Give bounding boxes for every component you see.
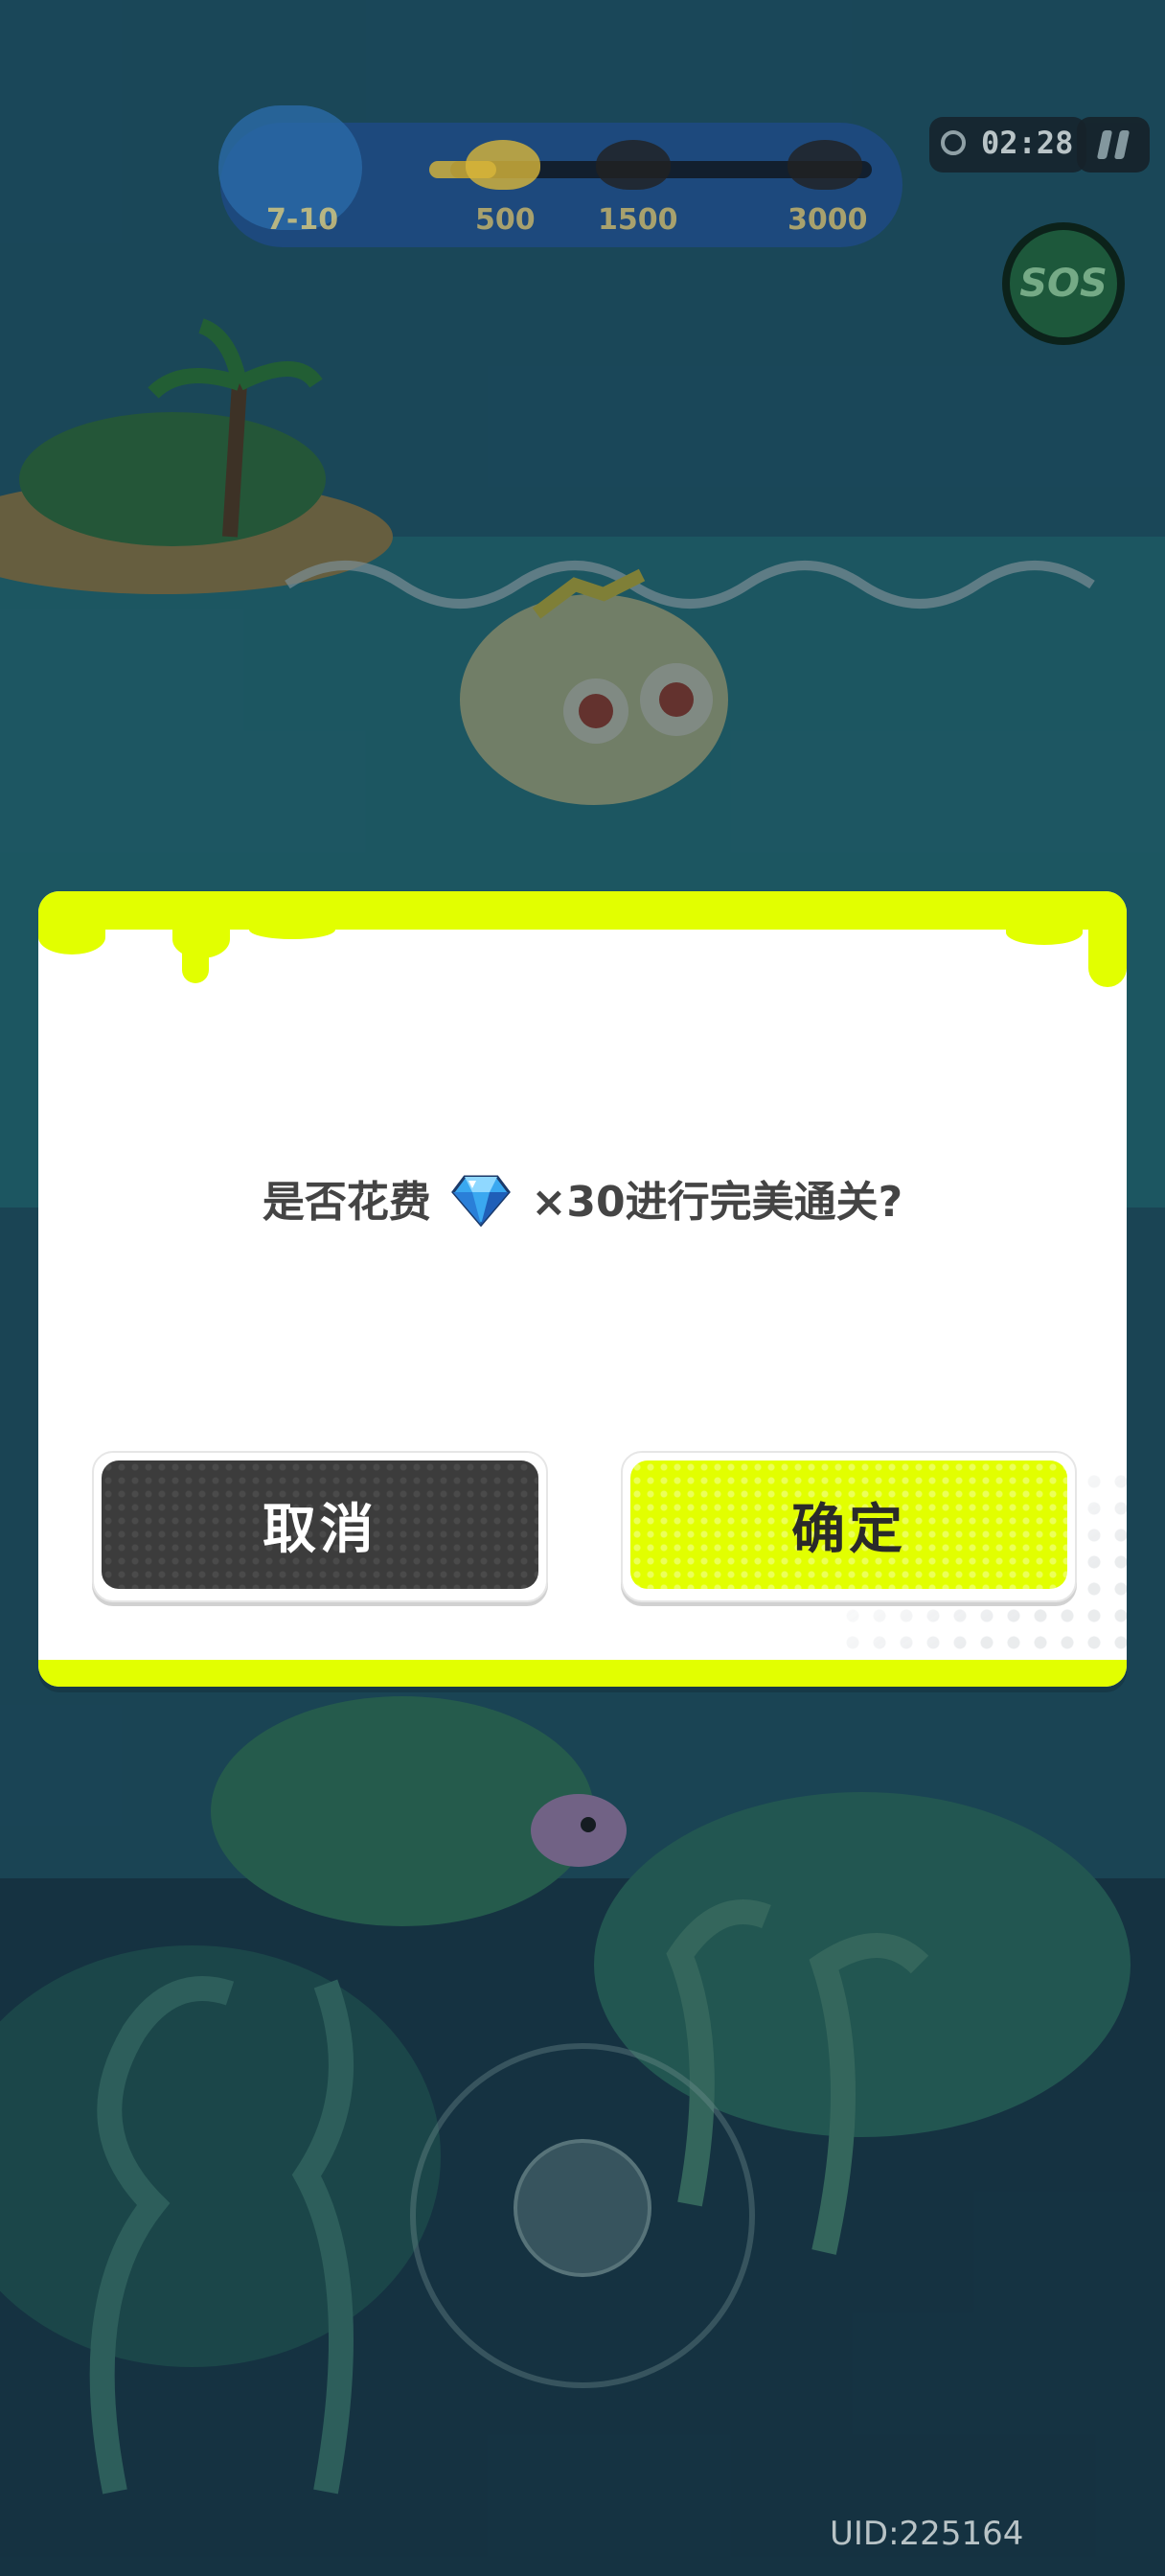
level-label: 7-10 [266, 203, 339, 237]
milestone-fish-icon [788, 140, 862, 190]
milestone-label: 3000 [788, 203, 868, 237]
sos-label: SOS [1019, 262, 1108, 306]
joystick-knob[interactable] [514, 2139, 651, 2277]
timer-text: 02:28 [981, 125, 1074, 161]
slime-drip [1088, 920, 1127, 987]
slime-drip [1006, 920, 1083, 945]
cancel-button-label: 取消 [263, 1498, 377, 1561]
milestone-fish-icon [466, 140, 540, 190]
milestone-label: 500 [475, 203, 536, 237]
diamond-icon [451, 1173, 512, 1237]
slime-drip [182, 939, 209, 983]
dialog-slime-bottom [38, 1660, 1127, 1687]
slime-drip [38, 920, 105, 954]
milestone-label: 1500 [598, 203, 678, 237]
pause-button[interactable] [1077, 117, 1150, 172]
question-text-after: ×30进行完美通关? [531, 1178, 903, 1227]
clock-icon [941, 130, 966, 155]
slime-drip [249, 920, 335, 939]
dialog-question: 是否花费 ×30进行完美通关? [0, 1167, 1165, 1237]
uid-label: UID:225164 [830, 2515, 1024, 2553]
confirm-button-label: 确定 [791, 1498, 906, 1561]
milestone-fish-icon [596, 140, 671, 190]
sos-button[interactable]: SOS [1002, 222, 1125, 345]
cancel-button[interactable]: 取消 [92, 1451, 548, 1602]
question-text-before: 是否花费 [262, 1178, 431, 1227]
confirm-button[interactable]: 确定 [621, 1451, 1077, 1602]
